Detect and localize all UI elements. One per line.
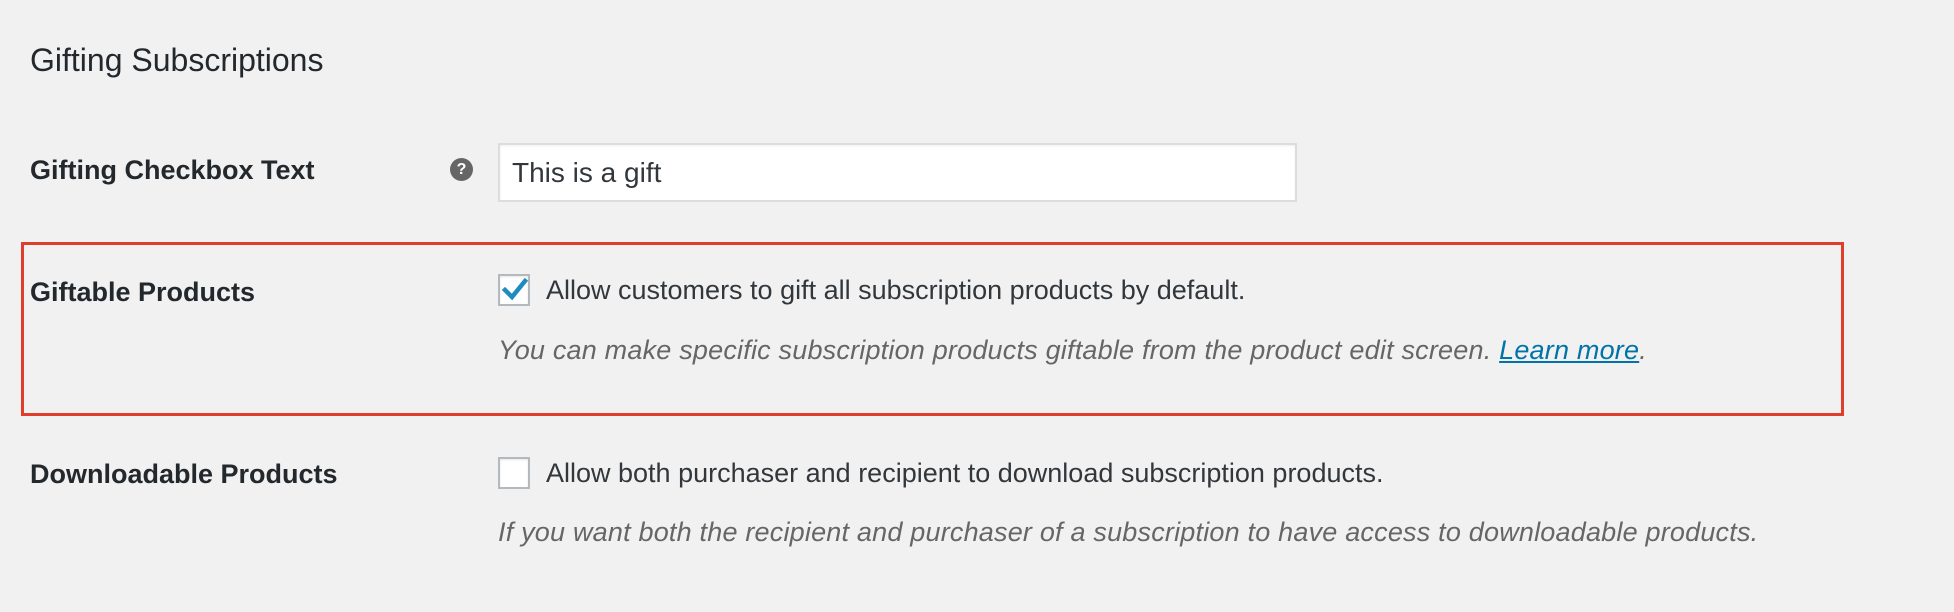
gifting-checkbox-text-input[interactable] <box>498 143 1297 202</box>
downloadable-products-checkbox-label[interactable]: Allow both purchaser and recipient to do… <box>546 455 1384 491</box>
highlight-box <box>21 242 1844 416</box>
question-mark-icon[interactable]: ? <box>450 158 473 181</box>
giftable-products-description: You can make specific subscription produ… <box>498 332 1647 368</box>
checkmark-icon <box>501 277 529 301</box>
downloadable-products-label: Downloadable Products <box>30 459 338 489</box>
giftable-products-description-text: You can make specific subscription produ… <box>498 335 1492 365</box>
giftable-products-checkbox[interactable] <box>498 274 530 306</box>
giftable-products-label: Giftable Products <box>30 277 256 307</box>
section-title: Gifting Subscriptions <box>30 42 324 78</box>
learn-more-link[interactable]: Learn more <box>1499 335 1639 365</box>
downloadable-products-description: If you want both the recipient and purch… <box>498 517 1759 547</box>
giftable-products-checkbox-label[interactable]: Allow customers to gift all subscription… <box>546 272 1245 308</box>
gifting-checkbox-text-label: Gifting Checkbox Text <box>30 155 315 185</box>
downloadable-products-checkbox[interactable] <box>498 457 530 489</box>
description-period: . <box>1639 335 1647 365</box>
